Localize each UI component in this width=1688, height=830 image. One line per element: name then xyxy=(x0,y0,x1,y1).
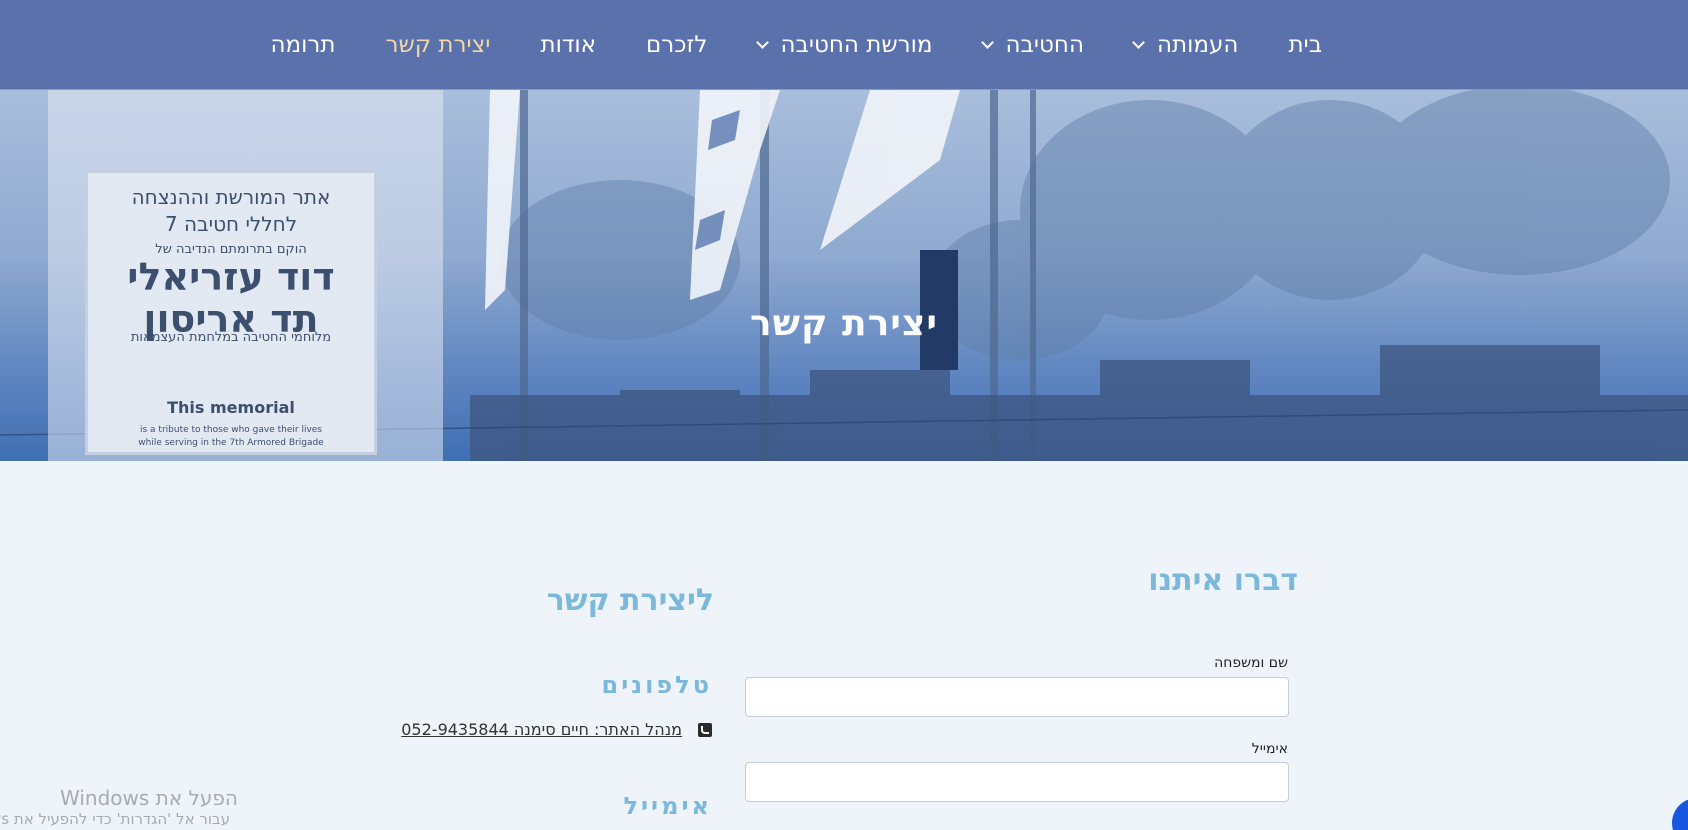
nav-item-label: אודות xyxy=(540,32,597,58)
sign-line: לחללי חטיבה 7 xyxy=(164,212,298,236)
sign-line: while serving in the 7th Armored Brigade xyxy=(138,438,324,448)
chevron-down-icon xyxy=(1132,36,1145,49)
nav-list: בית העמותה החטיבה מורשת החטיבה לזכרם אודות יצי… xyxy=(0,0,1688,90)
sign-line: is a tribute to those who gave their liv… xyxy=(140,425,322,435)
nav-item[interactable]: יצירת קשר xyxy=(386,32,491,58)
sign-line: דוד עזריאלי xyxy=(127,255,335,299)
form-heading: דברו איתנו xyxy=(1148,563,1298,598)
phone-icon xyxy=(698,722,712,737)
nav-item-label: החטיבה xyxy=(1005,32,1084,58)
page-title: יצירת קשר xyxy=(750,303,938,344)
nav-item-label: העמותה xyxy=(1156,32,1239,58)
nav-item-label: יצירת קשר xyxy=(385,32,491,58)
nav-item-label: מורשת החטיבה xyxy=(780,32,933,58)
chat-widget-button[interactable] xyxy=(1672,798,1688,830)
name-field-label: שם ומשפחה xyxy=(1214,655,1288,671)
nav-item[interactable]: בית xyxy=(1288,32,1322,58)
nav-item[interactable]: לזכרם xyxy=(646,32,707,58)
name-input[interactable] xyxy=(745,677,1289,717)
chevron-down-icon xyxy=(980,36,994,49)
sign-line: אתר המורשת וההנצחה xyxy=(131,185,331,209)
nav-item[interactable]: מורשת החטיבה xyxy=(755,32,933,58)
hero-banner: אתר המורשת וההנצחה לחללי חטיבה 7 הוקם בת… xyxy=(0,90,1688,461)
nav-item[interactable]: אודות xyxy=(540,32,596,58)
nav-item-label: תרומה xyxy=(270,32,336,58)
nav-item-label: לזכרם xyxy=(646,32,708,58)
windows-activation-title: הפעל את Windows xyxy=(60,786,238,810)
main-navigation: בית העמותה החטיבה מורשת החטיבה לזכרם אודות יצי… xyxy=(0,0,1688,90)
windows-activation-text: עבור אל 'הגדרות' כדי להפעיל את Windows xyxy=(0,810,230,828)
nav-item-label: בית xyxy=(1288,32,1322,58)
email-input[interactable] xyxy=(745,762,1289,802)
email-field-label: אימייל xyxy=(1251,741,1288,757)
sign-line: This memorial xyxy=(167,398,295,417)
contact-heading: ליצירת קשר xyxy=(546,583,714,618)
nav-item[interactable]: העמותה xyxy=(1132,32,1239,58)
email-heading: אימייל xyxy=(623,792,712,820)
phones-heading: טלפונים xyxy=(601,671,712,699)
chevron-down-icon xyxy=(755,36,769,49)
phone-row: מנהל האתר: חיים סימנה 052-9435844 xyxy=(401,720,712,739)
nav-item[interactable]: החטיבה xyxy=(980,32,1084,58)
nav-item[interactable]: תרומה xyxy=(271,32,336,58)
phone-link[interactable]: מנהל האתר: חיים סימנה 052-9435844 xyxy=(401,720,682,739)
